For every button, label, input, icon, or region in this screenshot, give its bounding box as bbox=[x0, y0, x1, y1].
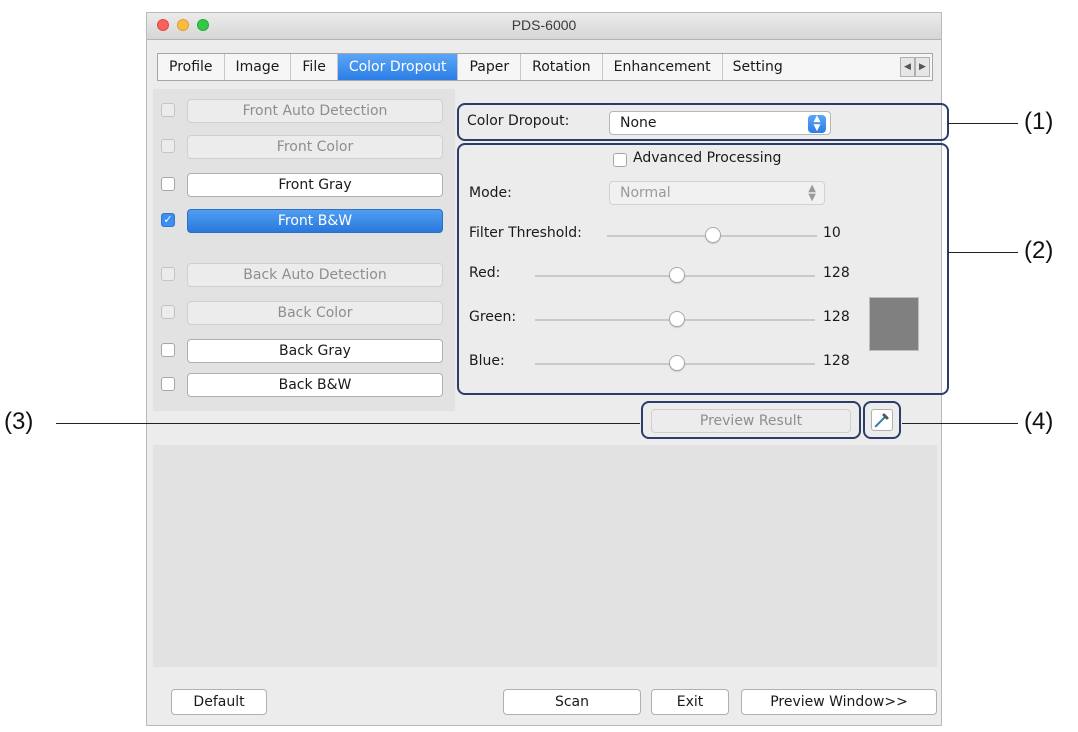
preview-area bbox=[153, 445, 937, 667]
tab-scroll-left-icon[interactable]: ◀ bbox=[900, 57, 915, 77]
tab-scroll-right-icon[interactable]: ▶ bbox=[915, 57, 930, 77]
red-slider-knob[interactable] bbox=[669, 267, 685, 283]
green-value: 128 bbox=[823, 309, 850, 325]
filter-threshold-value: 10 bbox=[823, 225, 841, 241]
tab-color-dropout[interactable]: Color Dropout bbox=[337, 54, 459, 80]
back-auto-detection-button[interactable]: Back Auto Detection bbox=[187, 263, 443, 287]
tab-image[interactable]: Image bbox=[225, 54, 292, 80]
back-gray-button[interactable]: Back Gray bbox=[187, 339, 443, 363]
back-auto-detection-checkbox[interactable] bbox=[161, 267, 175, 281]
blue-value: 128 bbox=[823, 353, 850, 369]
callout-label-4: (4) bbox=[1024, 408, 1054, 435]
color-dropout-value: None bbox=[620, 115, 657, 131]
eyedropper-callout bbox=[863, 401, 901, 439]
front-gray-button[interactable]: Front Gray bbox=[187, 173, 443, 197]
mode-select[interactable]: Normal ▲ ▼ bbox=[609, 181, 825, 205]
red-label: Red: bbox=[469, 265, 501, 281]
mode-label: Mode: bbox=[469, 185, 512, 201]
chevron-updown-icon: ▲ ▼ bbox=[808, 183, 816, 203]
window-title: PDS-6000 bbox=[511, 17, 577, 33]
eyedropper-icon bbox=[874, 413, 889, 428]
tab-scroll-buttons: ◀ ▶ bbox=[900, 57, 930, 77]
front-gray-checkbox[interactable] bbox=[161, 177, 175, 191]
title-bar: PDS-6000 bbox=[147, 13, 941, 40]
mode-value: Normal bbox=[620, 185, 671, 201]
front-auto-detection-checkbox[interactable] bbox=[161, 103, 175, 117]
front-color-button[interactable]: Front Color bbox=[187, 135, 443, 159]
callout-label-1: (1) bbox=[1024, 108, 1054, 135]
front-bw-checkbox[interactable]: ✓ bbox=[161, 213, 175, 227]
front-auto-detection-button[interactable]: Front Auto Detection bbox=[187, 99, 443, 123]
color-swatch bbox=[869, 297, 919, 351]
filter-threshold-label: Filter Threshold: bbox=[469, 225, 582, 241]
tab-profile[interactable]: Profile bbox=[158, 54, 225, 80]
green-label: Green: bbox=[469, 309, 517, 325]
red-value: 128 bbox=[823, 265, 850, 281]
image-options-panel: Front Auto Detection Front Color Front G… bbox=[153, 89, 455, 411]
color-dropout-section: Color Dropout: None ▲ ▼ bbox=[457, 103, 949, 141]
back-bw-checkbox[interactable] bbox=[161, 377, 175, 391]
green-slider-knob[interactable] bbox=[669, 311, 685, 327]
front-bw-button[interactable]: Front B&W bbox=[187, 209, 443, 233]
color-dropout-label: Color Dropout: bbox=[467, 113, 570, 129]
blue-label: Blue: bbox=[469, 353, 505, 369]
advanced-processing-checkbox[interactable] bbox=[613, 153, 627, 167]
callout-line-4 bbox=[902, 423, 1018, 424]
preview-result-callout: Preview Result bbox=[641, 401, 861, 439]
callout-label-3: (3) bbox=[4, 408, 34, 435]
back-color-button[interactable]: Back Color bbox=[187, 301, 443, 325]
back-gray-checkbox[interactable] bbox=[161, 343, 175, 357]
advanced-processing-label: Advanced Processing bbox=[633, 150, 782, 166]
back-color-checkbox[interactable] bbox=[161, 305, 175, 319]
callout-line-3 bbox=[56, 423, 640, 424]
chevron-updown-icon: ▲ ▼ bbox=[808, 115, 826, 133]
callout-line-2 bbox=[948, 252, 1018, 253]
advanced-processing-section: Advanced Processing Mode: Normal ▲ ▼ Filt… bbox=[457, 143, 949, 395]
callout-line-1 bbox=[948, 123, 1018, 124]
tab-bar: Profile Image File Color Dropout Paper R… bbox=[157, 53, 933, 81]
preview-window-button[interactable]: Preview Window>> bbox=[741, 689, 937, 715]
tab-setting[interactable]: Setting bbox=[723, 54, 785, 80]
exit-button[interactable]: Exit bbox=[651, 689, 729, 715]
scan-button[interactable]: Scan bbox=[503, 689, 641, 715]
filter-threshold-knob[interactable] bbox=[705, 227, 721, 243]
scanner-settings-window: PDS-6000 Profile Image File Color Dropou… bbox=[146, 12, 949, 726]
front-color-checkbox[interactable] bbox=[161, 139, 175, 153]
tab-file[interactable]: File bbox=[291, 54, 338, 80]
back-bw-button[interactable]: Back B&W bbox=[187, 373, 443, 397]
color-dropout-select[interactable]: None ▲ ▼ bbox=[609, 111, 831, 135]
callout-label-2: (2) bbox=[1024, 237, 1054, 264]
eyedropper-button[interactable] bbox=[871, 409, 893, 431]
default-button[interactable]: Default bbox=[171, 689, 267, 715]
preview-result-button[interactable]: Preview Result bbox=[651, 409, 851, 433]
blue-slider-knob[interactable] bbox=[669, 355, 685, 371]
tab-rotation[interactable]: Rotation bbox=[521, 54, 603, 80]
tab-enhancement[interactable]: Enhancement bbox=[603, 54, 723, 80]
tab-paper[interactable]: Paper bbox=[458, 54, 522, 80]
